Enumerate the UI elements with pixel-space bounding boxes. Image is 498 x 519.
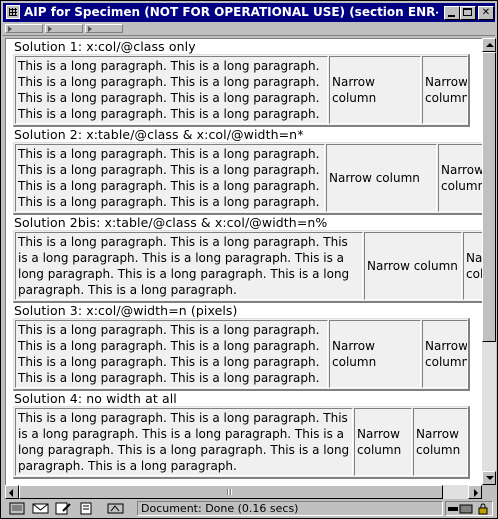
horizontal-scrollbar[interactable] xyxy=(5,485,482,499)
scroll-left-button[interactable] xyxy=(5,485,19,499)
maximize-icon xyxy=(463,8,472,16)
grid-icon[interactable] xyxy=(6,5,20,19)
minimize-icon xyxy=(448,15,455,17)
wide-cell: This is a long paragraph. This is a long… xyxy=(15,320,328,388)
browser-window: AIP for Specimen (NOT FOR OPERATIONAL US… xyxy=(0,0,498,519)
narrow-cell: Narrow column xyxy=(438,144,482,212)
status-indicators xyxy=(445,501,493,516)
section-heading: Solution 4: no width at all xyxy=(14,391,177,406)
mail-icon[interactable] xyxy=(32,502,49,515)
layout-table: This is a long paragraph. This is a long… xyxy=(13,54,470,127)
close-icon: ✕ xyxy=(481,7,491,18)
layout-table: This is a long paragraph. This is a long… xyxy=(13,318,470,391)
status-bar: Document: Done (0.16 secs) xyxy=(3,500,495,517)
arrow-right-icon xyxy=(474,489,478,497)
narrow-cell: Narrow column xyxy=(326,144,437,212)
narrow-cell: Narrow column xyxy=(422,56,468,124)
arrow-down-icon xyxy=(486,476,494,480)
minimize-button[interactable] xyxy=(444,6,460,20)
section-heading: Solution 3: x:col/@width=n (pixels) xyxy=(14,303,238,318)
page-content: Solution 1: x:col/@class only This is a … xyxy=(5,38,482,486)
scroll-up-button[interactable] xyxy=(482,38,496,52)
section-heading: Solution 2: x:table/@class & x:col/@widt… xyxy=(14,127,304,142)
window-title: AIP for Specimen (NOT FOR OPERATIONAL US… xyxy=(24,5,438,19)
security-lock-icon[interactable] xyxy=(477,503,489,515)
section-heading: Solution 2bis: x:table/@class & x:col/@w… xyxy=(14,215,328,230)
wide-cell: This is a long paragraph. This is a long… xyxy=(15,144,325,212)
navigator-icon[interactable] xyxy=(9,502,26,515)
layout-table: This is a long paragraph. This is a long… xyxy=(13,230,482,303)
horizontal-scroll-thumb[interactable] xyxy=(19,485,443,499)
arrow-up-icon xyxy=(486,43,494,47)
layout-table: This is a long paragraph. This is a long… xyxy=(13,406,470,479)
narrow-cell: Narrow column xyxy=(329,320,421,388)
status-message: Document: Done (0.16 secs) xyxy=(137,501,443,516)
collapsed-toolbars xyxy=(3,23,495,36)
wide-cell: This is a long paragraph. This is a long… xyxy=(15,56,328,124)
narrow-cell: Narrow column xyxy=(463,232,482,300)
offline-icon[interactable] xyxy=(107,502,124,515)
narrow-cell: Narrow column xyxy=(364,232,462,300)
toolbar-grip-location[interactable] xyxy=(45,24,83,33)
composer-icon[interactable] xyxy=(55,502,72,515)
layout-table: This is a long paragraph. This is a long… xyxy=(13,142,482,215)
narrow-cell: Narrow column xyxy=(422,320,468,388)
address-book-icon[interactable] xyxy=(78,502,95,515)
maximize-button[interactable] xyxy=(460,6,476,20)
narrow-cell: Narrow column xyxy=(354,408,412,476)
toolbar-grip-personal[interactable] xyxy=(85,24,123,33)
arrow-left-icon xyxy=(9,489,13,497)
close-button[interactable]: ✕ xyxy=(478,6,494,20)
toolbar-grip-navigation[interactable] xyxy=(5,24,43,33)
title-bar[interactable]: AIP for Specimen (NOT FOR OPERATIONAL US… xyxy=(3,3,495,22)
section-heading: Solution 1: x:col/@class only xyxy=(14,39,196,54)
wide-cell: This is a long paragraph. This is a long… xyxy=(15,408,353,476)
scroll-right-button[interactable] xyxy=(468,485,482,499)
vertical-scrollbar[interactable] xyxy=(482,38,496,485)
scroll-down-button[interactable] xyxy=(482,471,496,485)
scroll-corner xyxy=(482,485,496,499)
narrow-cell: Narrow column xyxy=(329,56,421,124)
wide-cell: This is a long paragraph. This is a long… xyxy=(15,232,363,300)
vertical-scroll-thumb[interactable] xyxy=(482,52,496,342)
connection-icon xyxy=(448,504,473,514)
narrow-cell: Narrow column xyxy=(413,408,468,476)
